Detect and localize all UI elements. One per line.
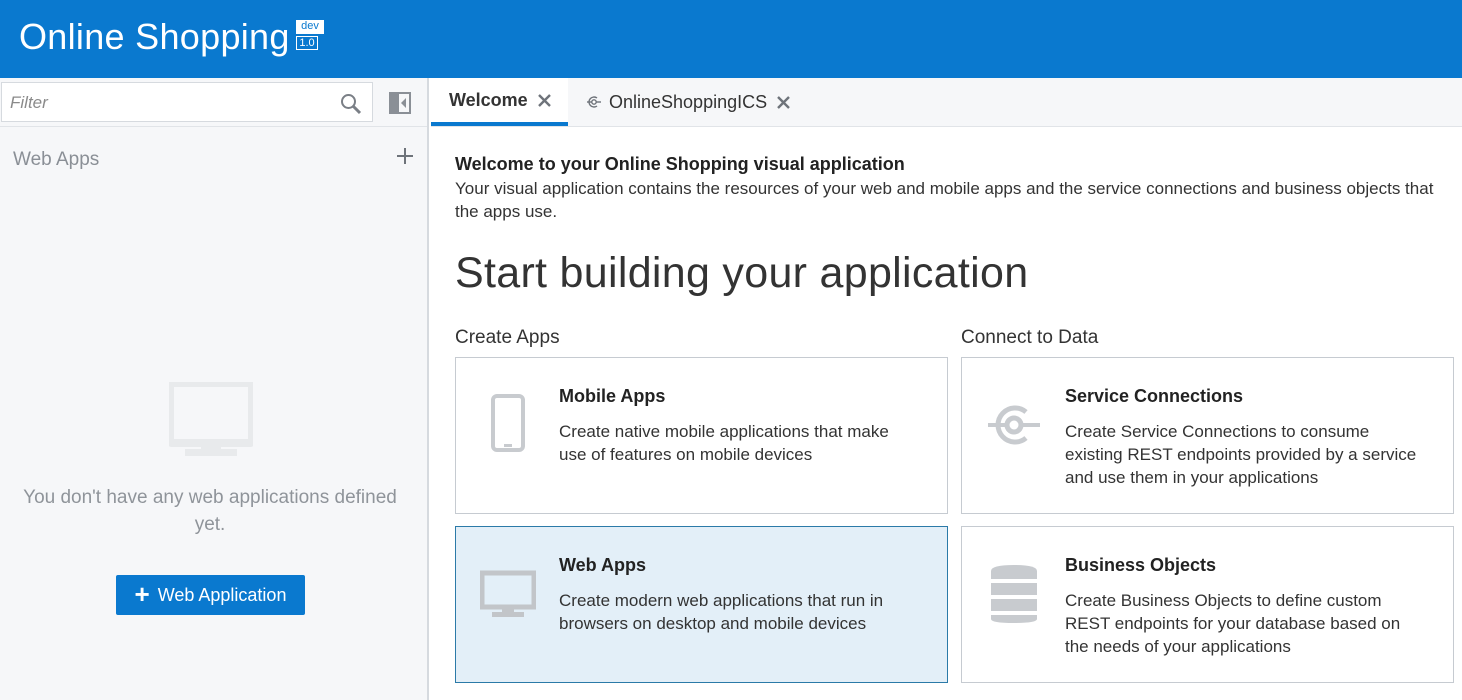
plus-icon: + (134, 579, 150, 609)
sidebar-divider (0, 126, 427, 127)
close-icon[interactable] (777, 95, 790, 109)
app-header: Online Shopping dev 1.0 (0, 0, 1462, 78)
business-objects-title: Business Objects (1065, 555, 1217, 575)
monitor-icon (480, 570, 536, 617)
app-title: Online Shopping (19, 16, 290, 57)
tab-welcome[interactable]: Welcome (431, 78, 568, 126)
welcome-description: Your visual application contains the res… (455, 179, 1434, 221)
version-label: 1.0 (296, 36, 318, 50)
tab-welcome-label: Welcome (449, 89, 528, 110)
create-apps-label: Create Apps (455, 327, 560, 348)
service-connection-icon (988, 405, 1040, 445)
welcome-page: Welcome to your Online Shopping visual a… (431, 127, 1462, 700)
business-objects-description: Create Business Objects to define custom… (1065, 591, 1401, 656)
tab-online-shopping-ics-label: OnlineShoppingICS (609, 91, 768, 112)
filter-input[interactable] (10, 91, 330, 115)
mobile-apps-title: Mobile Apps (559, 386, 666, 406)
service-connection-icon (587, 96, 601, 108)
filter-field[interactable] (1, 82, 373, 122)
service-connections-card[interactable]: Service Connections Create Service Conne… (961, 357, 1454, 514)
search-icon[interactable] (340, 93, 362, 115)
version-badge: dev 1.0 (296, 20, 324, 50)
navigator-sidebar: Web Apps You don't have any web applicat… (0, 78, 429, 700)
mobile-apps-card[interactable]: Mobile Apps Create native mobile applica… (455, 357, 948, 514)
empty-state-message: You don't have any web applications defi… (23, 487, 397, 535)
editor-tab-bar: Welcome OnlineShoppingICS (431, 78, 1462, 127)
monitor-icon (169, 382, 253, 456)
page-headline: Start building your application (455, 249, 1029, 297)
tab-online-shopping-ics[interactable]: OnlineShoppingICS (587, 78, 790, 126)
welcome-title: Welcome to your Online Shopping visual a… (455, 154, 905, 174)
service-connections-description: Create Service Connections to consume ex… (1065, 422, 1417, 487)
database-icon (991, 565, 1037, 623)
add-icon[interactable] (395, 146, 415, 166)
add-web-application-button[interactable]: + Web Application (116, 575, 305, 615)
service-connections-title: Service Connections (1065, 386, 1244, 406)
business-objects-card[interactable]: Business Objects Create Business Objects… (961, 526, 1454, 683)
web-apps-description: Create modern web applications that run … (559, 591, 884, 633)
mobile-apps-description: Create native mobile applications that m… (559, 422, 889, 464)
web-apps-section-title: Web Apps (13, 149, 100, 170)
collapse-panel-icon[interactable] (389, 92, 411, 114)
connect-to-data-label: Connect to Data (961, 327, 1099, 348)
add-web-application-label: Web Application (157, 584, 287, 605)
mobile-icon (491, 394, 525, 452)
env-badge: dev (296, 20, 324, 34)
close-icon[interactable] (537, 93, 551, 107)
web-apps-card[interactable]: Web Apps Create modern web applications … (455, 526, 948, 683)
web-apps-title: Web Apps (559, 555, 647, 575)
